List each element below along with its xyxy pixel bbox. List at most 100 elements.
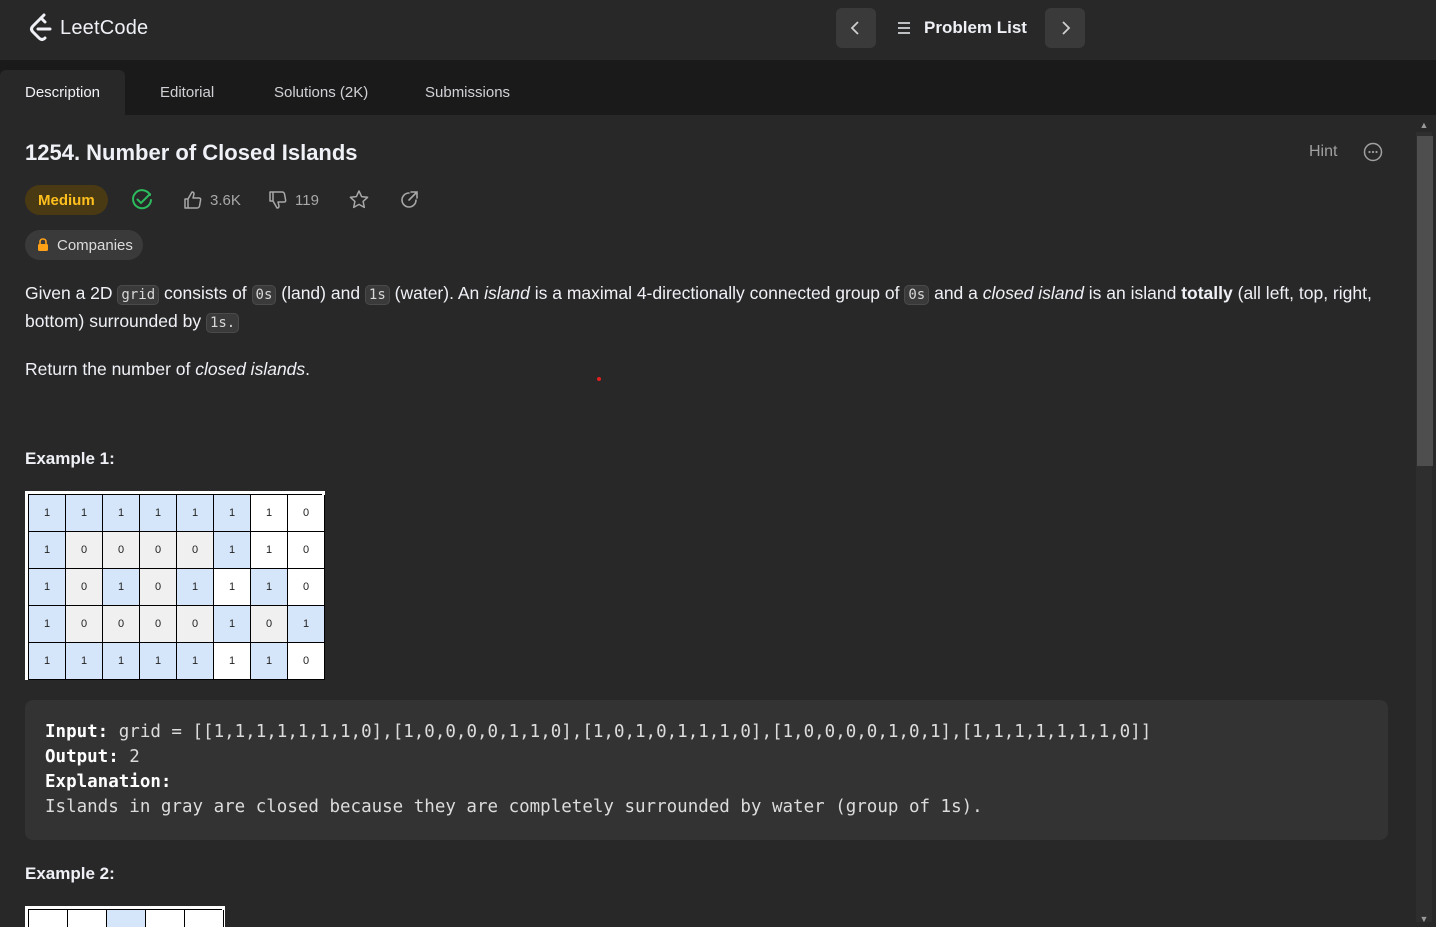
scrollbar[interactable]: ▲ ▼ [1412,115,1436,927]
grid-cell: 0 [185,910,224,927]
grid-cell: 1 [177,643,214,680]
grid-cell: 0 [103,532,140,569]
inline-code: 0s [904,285,930,305]
solved-status [130,187,154,213]
inline-code: 1s [364,285,390,305]
inline-code: 1s. [205,313,240,333]
problem-title: 1254. Number of Closed Islands [25,140,358,165]
leetcode-logo[interactable]: LeetCode [28,12,148,44]
grid-cell: 0 [288,569,325,606]
next-problem-button[interactable] [1045,8,1085,48]
inline-code: grid [117,285,160,305]
grid-cell: 1 [177,495,214,532]
description-paragraph: Return the number of closed islands. [25,359,311,379]
star-icon [349,190,369,209]
like-count: 3.6K [210,191,241,209]
grid-cell: 0 [288,643,325,680]
grid-cell: 1 [29,532,66,569]
grid-cell: 0 [66,606,103,643]
scroll-thumb[interactable] [1417,136,1433,466]
chevron-left-icon [850,21,859,35]
description-paragraph: Given a 2D grid consists of 0s (land) an… [25,283,1372,333]
grid-cell: 1 [288,606,325,643]
dislike-count: 119 [295,191,319,209]
leetcode-logo-icon [30,13,52,41]
grid-cell: 1 [251,569,288,606]
grid-cell: 1 [251,495,288,532]
thumbs-up-icon [184,191,202,209]
tab-description[interactable]: Description [0,70,126,115]
favorite-button[interactable] [347,187,371,213]
chevron-right-icon [1062,21,1071,35]
prev-problem-button[interactable] [836,8,876,48]
scroll-up-icon[interactable]: ▲ [1418,120,1430,132]
scroll-track[interactable] [1416,132,1433,922]
grid-cell: 1 [66,643,103,680]
grid: 00100 [28,909,224,927]
grid-cell: 1 [214,606,251,643]
tab-submissions[interactable]: Submissions [425,70,510,115]
cursor-dot [597,377,601,381]
thumbs-down-icon [269,191,287,209]
like-button[interactable]: 3.6K [182,187,241,213]
grid-cell: 1 [251,643,288,680]
grid-cell: 0 [288,532,325,569]
grid-cell: 1 [29,495,66,532]
problem-list-button[interactable]: Problem List [896,8,1027,48]
grid-cell: 1 [103,495,140,532]
problem-list-label: Problem List [924,18,1027,37]
grid-cell: 1 [29,569,66,606]
grid: 1111111010000110101011101000010111111110 [28,494,325,680]
grid-cell: 0 [66,569,103,606]
companies-tag[interactable]: Companies [25,230,143,260]
share-icon [401,191,418,208]
example-2-title: Example 2: [25,864,115,883]
difficulty-badge: Medium [25,185,108,215]
grid-cell: 1 [29,643,66,680]
scroll-down-icon[interactable]: ▼ [1418,914,1430,926]
example-2-grid-image: 00100 [25,906,225,927]
grid-cell: 0 [177,532,214,569]
grid-cell: 1 [107,910,146,927]
grid-cell: 1 [251,532,288,569]
grid-cell: 0 [140,606,177,643]
grid-cell: 0 [140,532,177,569]
grid-cell: 1 [214,643,251,680]
inline-code: 0s [251,285,277,305]
example-1-title: Example 1: [25,449,115,468]
description-panel: 1254. Number of Closed Islands Hint Medi… [0,115,1412,927]
grid-cell: 1 [140,495,177,532]
grid-cell: 0 [103,606,140,643]
problem-description: Given a 2D grid consists of 0s (land) an… [25,280,1385,402]
hint-button[interactable]: Hint [1309,143,1337,161]
grid-cell: 1 [214,569,251,606]
grid-cell: 1 [214,532,251,569]
dislike-button[interactable]: 119 [267,187,319,213]
grid-cell: 0 [68,910,107,927]
tab-editorial[interactable]: Editorial [160,70,214,115]
grid-cell: 0 [66,532,103,569]
check-circle-icon [132,189,152,210]
grid-cell: 0 [140,569,177,606]
grid-cell: 1 [103,569,140,606]
grid-cell: 1 [214,495,251,532]
grid-cell: 0 [288,495,325,532]
grid-cell: 1 [103,643,140,680]
grid-cell: 1 [66,495,103,532]
grid-cell: 1 [140,643,177,680]
grid-cell: 0 [29,910,68,927]
more-options-icon[interactable] [1362,141,1384,163]
top-navbar: LeetCode Problem List [0,0,1436,60]
grid-cell: 1 [29,606,66,643]
list-icon [898,22,910,34]
companies-label: Companies [57,236,133,254]
grid-cell: 1 [177,569,214,606]
example-1-grid-image: 1111111010000110101011101000010111111110 [25,491,325,680]
tab-solutions[interactable]: Solutions (2K) [274,70,368,115]
grid-cell: 0 [251,606,288,643]
tab-bar: Description Editorial Solutions (2K) Sub… [0,60,1436,115]
grid-cell: 0 [146,910,185,927]
share-button[interactable] [397,187,421,213]
logo-text: LeetCode [60,16,149,39]
example-1-code-block: Input: grid = [[1,1,1,1,1,1,1,0],[1,0,0,… [25,700,1388,840]
